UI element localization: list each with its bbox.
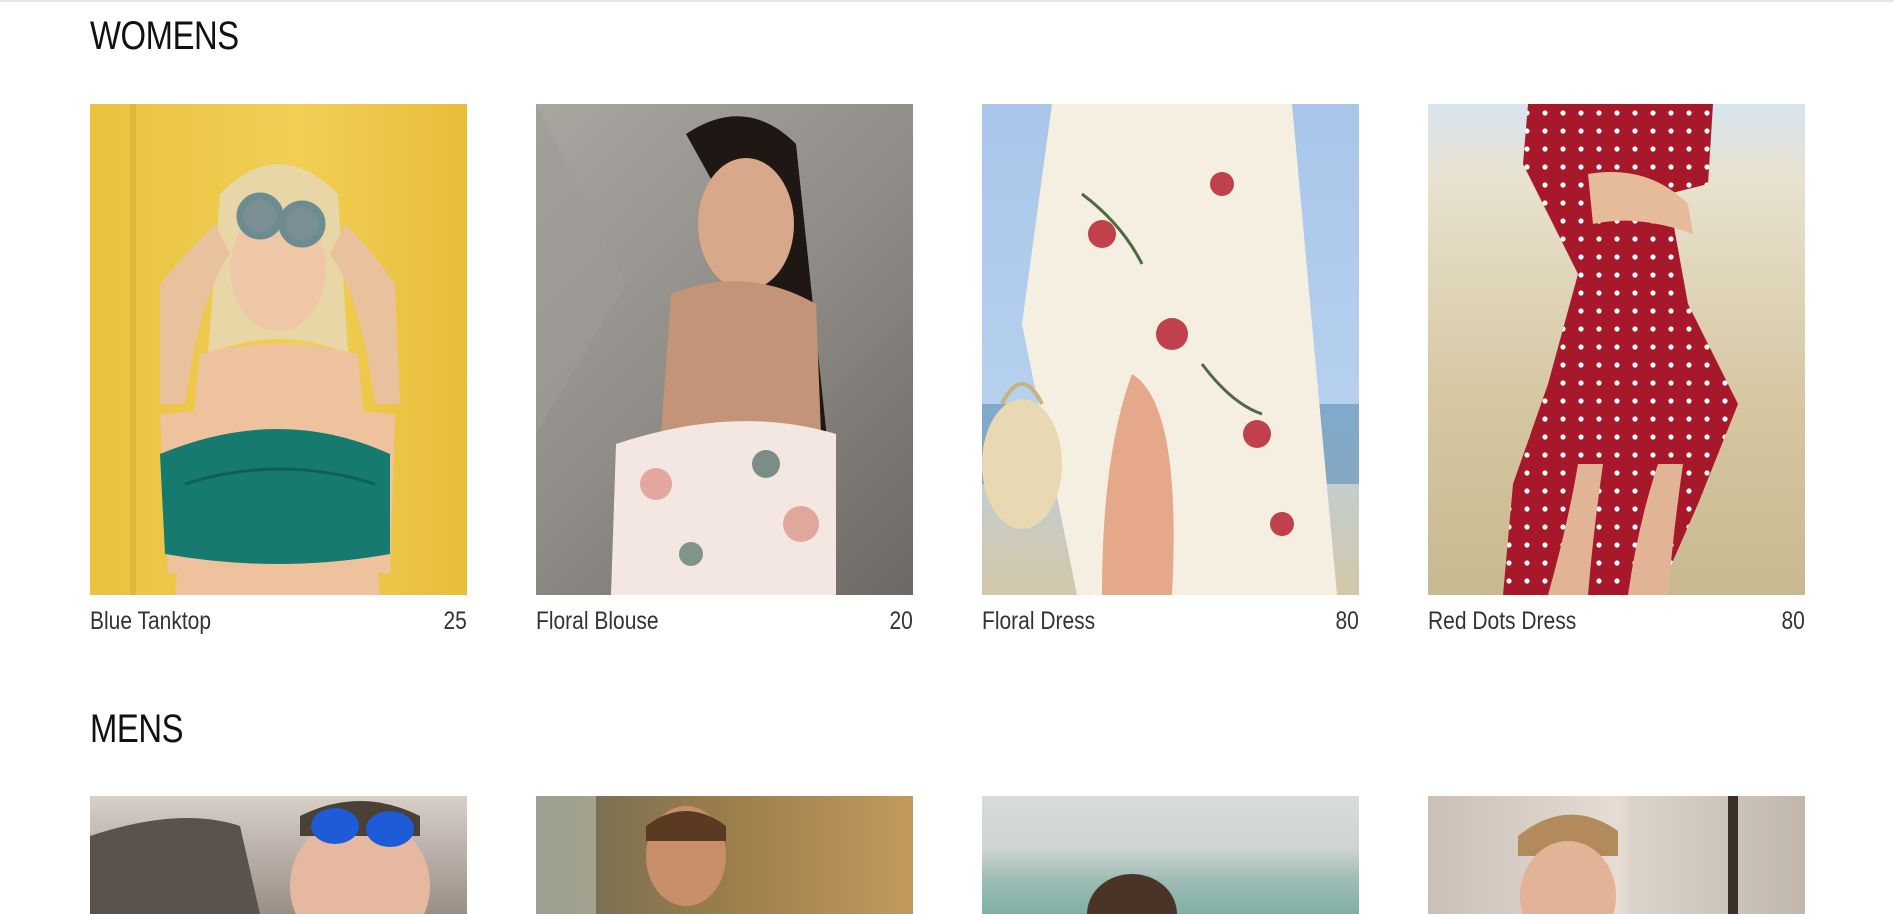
product-price: 25	[443, 607, 467, 635]
product-card-red-dots-dress[interactable]: Red Dots Dress 80	[1428, 104, 1805, 636]
product-photo-mens-3[interactable]	[982, 796, 1359, 914]
product-card-floral-dress[interactable]: Floral Dress 80	[982, 104, 1359, 636]
page: WOMENS Blue Tanktop 25 Floral Blouse 20 …	[0, 0, 1894, 914]
section-title-mens: MENS	[90, 707, 184, 751]
product-price: 20	[889, 607, 913, 635]
product-photo-floral-dress[interactable]	[982, 104, 1359, 595]
mens-product-grid	[90, 796, 1805, 914]
womens-product-grid: Blue Tanktop 25 Floral Blouse 20 Floral …	[90, 104, 1805, 636]
product-name[interactable]: Blue Tanktop	[90, 607, 211, 636]
product-card-blue-tanktop[interactable]: Blue Tanktop 25	[90, 104, 467, 636]
product-caption: Floral Blouse 20	[536, 607, 913, 636]
product-photo-mens-1[interactable]	[90, 796, 467, 914]
product-card-mens-3[interactable]	[982, 796, 1359, 914]
product-price: 80	[1781, 607, 1805, 635]
product-name[interactable]: Red Dots Dress	[1428, 607, 1576, 636]
product-card-mens-4[interactable]	[1428, 796, 1805, 914]
section-title-womens: WOMENS	[90, 14, 239, 58]
product-photo-floral-blouse[interactable]	[536, 104, 913, 595]
product-card-mens-2[interactable]	[536, 796, 913, 914]
product-photo-red-dots-dress[interactable]	[1428, 104, 1805, 595]
product-card-floral-blouse[interactable]: Floral Blouse 20	[536, 104, 913, 636]
product-photo-mens-4[interactable]	[1428, 796, 1805, 914]
product-caption: Red Dots Dress 80	[1428, 607, 1805, 636]
product-card-mens-1[interactable]	[90, 796, 467, 914]
product-caption: Floral Dress 80	[982, 607, 1359, 636]
product-caption: Blue Tanktop 25	[90, 607, 467, 636]
product-photo-blue-tanktop[interactable]	[90, 104, 467, 595]
top-divider	[0, 0, 1894, 2]
product-photo-mens-2[interactable]	[536, 796, 913, 914]
product-name[interactable]: Floral Dress	[982, 607, 1095, 636]
product-price: 80	[1335, 607, 1359, 635]
product-name[interactable]: Floral Blouse	[536, 607, 659, 636]
